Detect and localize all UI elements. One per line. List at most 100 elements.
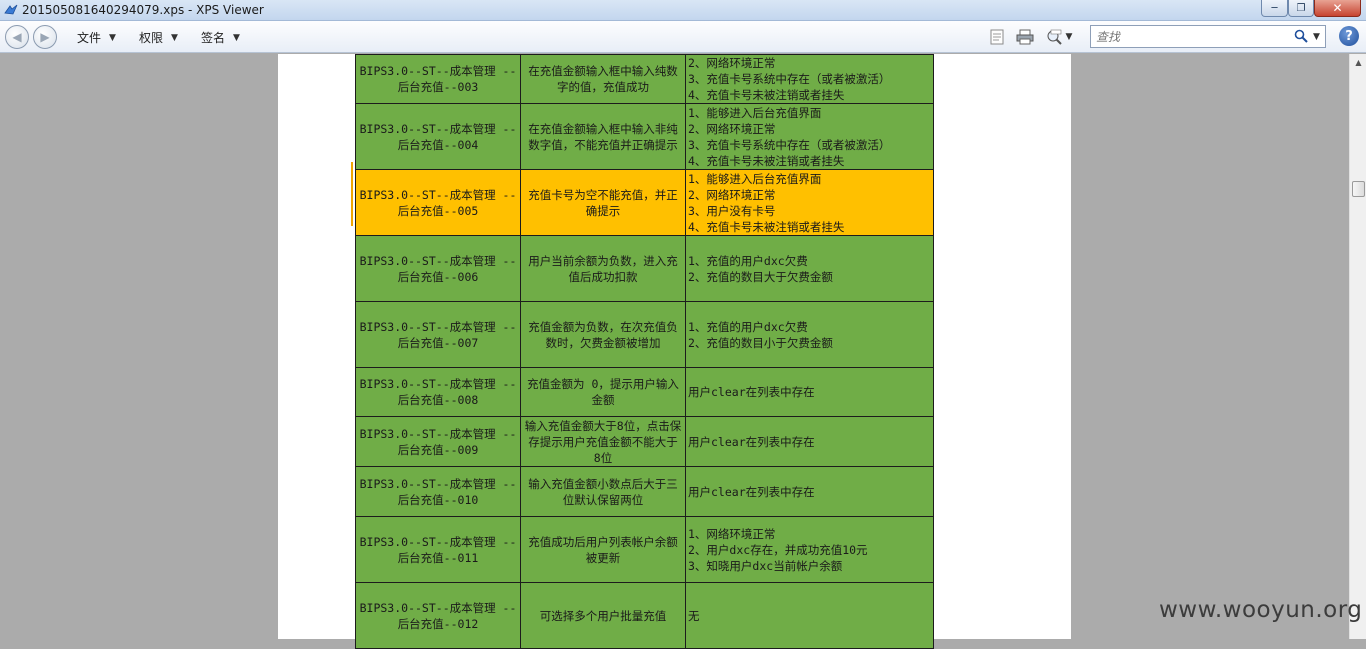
precondition-line: 2、网络环境正常 <box>688 187 776 202</box>
forward-button[interactable]: ▶ <box>33 25 57 49</box>
precondition-line: 3、知晓用户dxc当前帐户余额 <box>688 558 843 573</box>
case-description-cell: 充值金额为 0，提示用户输入金额 <box>520 367 686 417</box>
help-button[interactable]: ? <box>1339 26 1359 46</box>
table-row[interactable]: BIPS3.0--ST--成本管理 --后台充值--009 输入充值金额大于8位，… <box>355 416 934 467</box>
maximize-button[interactable]: ❐ <box>1288 0 1314 17</box>
precondition-line: 1、网络环境正常 <box>688 526 776 541</box>
zoom-icon <box>1047 29 1062 45</box>
preconditions-cell: 用户clear在列表中存在 <box>685 416 934 467</box>
vertical-scrollbar[interactable]: ▲ <box>1349 54 1366 639</box>
restore-icon: ❐ <box>1296 2 1306 14</box>
case-description-cell: 用户当前余额为负数，进入充值后成功扣款 <box>520 235 686 302</box>
preconditions-cell: 用户clear在列表中存在 <box>685 367 934 417</box>
precondition-line: 用户clear在列表中存在 <box>688 484 815 499</box>
print-button[interactable] <box>1016 28 1034 45</box>
precondition-line: 1、充值的用户dxc欠费 <box>688 253 808 268</box>
minimize-button[interactable]: ─ <box>1261 0 1288 17</box>
precondition-line: 3、充值卡号系统中存在（或者被激活） <box>688 137 891 152</box>
precondition-line: 3、用户没有卡号 <box>688 203 776 218</box>
help-icon: ? <box>1345 28 1353 44</box>
window-title: 201505081640294079.xps - XPS Viewer <box>22 3 264 17</box>
precondition-line: 4、充值卡号未被注销或者挂失 <box>688 88 845 102</box>
precondition-line: 1、充值的用户dxc欠费 <box>688 319 808 334</box>
preconditions-cell: 1、能够进入后台充值界面 2、网络环境正常 3、充值卡号系统中存在（或者被激活） 4、… <box>685 103 934 170</box>
case-description-cell: 充值成功后用户列表帐户余额被更新 <box>520 516 686 583</box>
menu-permissions-label: 权限 <box>139 31 164 45</box>
back-button[interactable]: ◀ <box>5 25 29 49</box>
table-row[interactable]: BIPS3.0--ST--成本管理 --后台充值--011 充值成功后用户列表帐户… <box>355 516 934 583</box>
chevron-down-icon: ▼ <box>1065 31 1073 42</box>
case-description-cell: 在充值金额输入框中输入非纯数字值，不能充值并正确提示 <box>520 103 686 170</box>
precondition-line: 2、充值的数目大于欠费金额 <box>688 269 833 284</box>
menu-file[interactable]: 文件 ▼ <box>77 29 116 46</box>
close-button[interactable]: ✕ <box>1314 0 1361 17</box>
table-row[interactable]: BIPS3.0--ST--成本管理 --后台充值--004 在充值金额输入框中输入… <box>355 103 934 170</box>
table-row[interactable]: BIPS3.0--ST--成本管理 --后台充值--005 充值卡号为空不能充值，… <box>355 169 934 236</box>
scroll-up-button[interactable]: ▲ <box>1350 54 1366 71</box>
minimize-icon: ─ <box>1271 2 1278 14</box>
case-id-cell: BIPS3.0--ST--成本管理 --后台充值--009 <box>355 416 521 467</box>
case-description-cell: 输入充值金额小数点后大于三位默认保留两位 <box>520 466 686 517</box>
table-row[interactable]: BIPS3.0--ST--成本管理 --后台充值--003 在充值金额输入框中输入… <box>355 54 934 104</box>
title-bar: 201505081640294079.xps - XPS Viewer ─ ❐ … <box>0 0 1366 21</box>
preconditions-cell: 1、充值的用户dxc欠费 2、充值的数目小于欠费金额 <box>685 301 934 368</box>
precondition-line: 3、充值卡号系统中存在（或者被激活） <box>688 72 891 86</box>
scrollbar-thumb[interactable] <box>1352 181 1365 197</box>
preconditions-cell: 用户clear在列表中存在 <box>685 466 934 517</box>
watermark: www.wooyun.org <box>1159 597 1363 623</box>
chevron-up-icon: ▲ <box>1355 58 1362 67</box>
case-id-cell: BIPS3.0--ST--成本管理 --后台充值--007 <box>355 301 521 368</box>
table-row[interactable]: BIPS3.0--ST--成本管理 --后台充值--008 充值金额为 0，提示用… <box>355 367 934 417</box>
precondition-line: 1、能够进入后台充值界面 <box>688 105 822 120</box>
page-view-button[interactable] <box>988 28 1006 45</box>
search-icon[interactable] <box>1294 29 1308 43</box>
case-description-cell: 输入充值金额大于8位，点击保存提示用户充值金额不能大于 8位 <box>520 416 686 467</box>
table-row[interactable]: BIPS3.0--ST--成本管理 --后台充值--006 用户当前余额为负数，进… <box>355 235 934 302</box>
precondition-line: 2、充值的数目小于欠费金额 <box>688 335 833 350</box>
preconditions-cell: 1、能够进入后台充值界面 2、网络环境正常 3、用户没有卡号 4、充值卡号未被注销或者… <box>685 169 934 236</box>
chevron-down-icon: ▼ <box>233 32 240 43</box>
close-icon: ✕ <box>1332 1 1343 15</box>
case-id-cell: BIPS3.0--ST--成本管理 --后台充值--003 <box>355 54 521 104</box>
preconditions-cell: 2、网络环境正常 3、充值卡号系统中存在（或者被激活） 4、充值卡号未被注销或者挂失 <box>685 54 934 104</box>
precondition-line: 用户clear在列表中存在 <box>688 434 815 449</box>
precondition-line: 2、网络环境正常 <box>688 56 776 70</box>
chevron-down-icon: ▼ <box>109 32 116 43</box>
xps-app-icon <box>4 4 18 15</box>
case-id-cell: BIPS3.0--ST--成本管理 --后台充值--010 <box>355 466 521 517</box>
case-id-cell: BIPS3.0--ST--成本管理 --后台充值--008 <box>355 367 521 417</box>
menu-permissions[interactable]: 权限 ▼ <box>139 29 178 46</box>
row-selection-marker <box>351 162 353 226</box>
menu-file-label: 文件 <box>77 31 102 45</box>
menu-signatures[interactable]: 签名 ▼ <box>201 29 240 46</box>
table-row[interactable]: BIPS3.0--ST--成本管理 --后台充值--010 输入充值金额小数点后大… <box>355 466 934 517</box>
case-id-cell: BIPS3.0--ST--成本管理 --后台充值--004 <box>355 103 521 170</box>
precondition-line: 4、充值卡号未被注销或者挂失 <box>688 153 845 168</box>
table-row[interactable]: BIPS3.0--ST--成本管理 --后台充值--007 充值金额为负数，在次充… <box>355 301 934 368</box>
menu-signatures-label: 签名 <box>201 31 226 45</box>
test-case-table: BIPS3.0--ST--成本管理 --后台充值--003 在充值金额输入框中输入… <box>355 54 934 649</box>
search-input[interactable] <box>1096 27 1286 47</box>
case-description-cell: 充值卡号为空不能充值，并正确提示 <box>520 169 686 236</box>
forward-arrow-icon: ▶ <box>40 30 50 44</box>
preconditions-cell: 1、充值的用户dxc欠费 2、充值的数目大于欠费金额 <box>685 235 934 302</box>
case-id-cell: BIPS3.0--ST--成本管理 --后台充值--006 <box>355 235 521 302</box>
case-id-cell: BIPS3.0--ST--成本管理 --后台充值--011 <box>355 516 521 583</box>
case-id-cell: BIPS3.0--ST--成本管理 --后台充值--005 <box>355 169 521 236</box>
zoom-button[interactable]: ▼ <box>1044 28 1074 45</box>
precondition-line: 用户clear在列表中存在 <box>688 385 815 399</box>
toolbar: ◀ ▶ 文件 ▼ 权限 ▼ 签名 ▼ ▼ 查找 ▼ ? <box>0 21 1366 53</box>
case-description-cell: 充值金额为负数，在次充值负数时，欠费金额被增加 <box>520 301 686 368</box>
precondition-line: 2、用户dxc存在，并成功充值10元 <box>688 542 868 557</box>
precondition-line: 1、能够进入后台充值界面 <box>688 171 822 186</box>
search-box[interactable]: ▼ <box>1090 25 1326 48</box>
search-options-icon[interactable]: ▼ <box>1313 32 1320 42</box>
preconditions-cell: 1、网络环境正常 2、用户dxc存在，并成功充值10元 3、知晓用户dxc当前帐户余… <box>685 516 934 583</box>
page-view-icon <box>990 29 1004 44</box>
back-arrow-icon: ◀ <box>12 30 22 44</box>
precondition-line: 4、充值卡号未被注销或者挂失 <box>688 219 845 234</box>
precondition-line: 2、网络环境正常 <box>688 121 776 136</box>
precondition-line: 无 <box>688 608 700 623</box>
print-icon <box>1016 29 1034 44</box>
chevron-down-icon: ▼ <box>171 32 178 43</box>
